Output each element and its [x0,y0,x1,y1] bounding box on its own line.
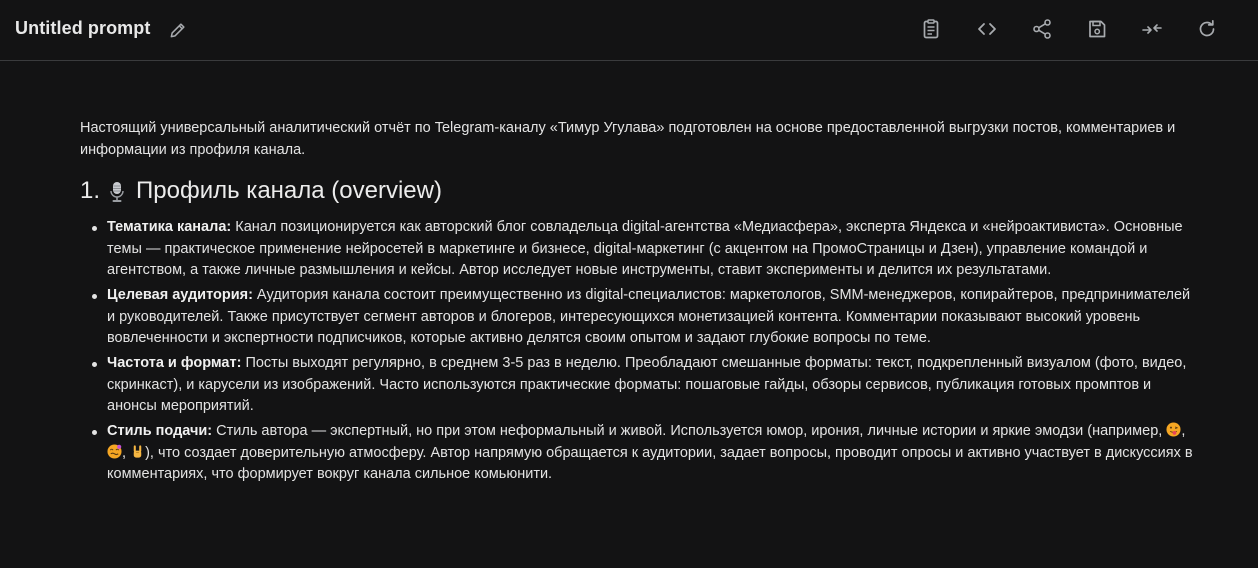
compare-icon[interactable] [1140,17,1164,41]
list-item: Частота и формат: Посты выходят регулярн… [92,353,1200,418]
bullet-text: Канал позиционируется как авторский блог… [107,219,1183,278]
bullet-text: Стиль автора — экспертный, но при этом н… [212,423,1167,439]
list-item: Тематика канала: Канал позиционируется к… [92,217,1200,282]
section-number: 1. [80,177,101,204]
rock-hand-emoji [130,444,145,459]
clipboard-icon[interactable] [919,17,943,41]
tongue-face-emoji [1166,422,1181,437]
pencil-icon[interactable] [168,20,188,40]
microphone-icon [108,180,126,202]
dizzy-face-emoji [107,443,122,459]
top-bar: Untitled prompt [0,0,1258,61]
section-title: Профиль канала (overview) [136,177,442,204]
list-item: Целевая аудитория: Аудитория канала сост… [92,285,1200,350]
bullet-term: Тематика канала: [107,219,232,235]
save-icon[interactable] [1085,17,1109,41]
share-icon[interactable] [1030,17,1054,41]
bullet-term: Частота и формат: [107,355,242,371]
bullet-term: Целевая аудитория: [107,287,253,303]
code-icon[interactable] [975,17,999,41]
intro-paragraph: Настоящий универсальный аналитический от… [80,120,1176,158]
list-item: Стиль подачи: Стиль автора — экспертный,… [92,421,1200,486]
emoji-separator: , [122,444,131,461]
bullet-text-end: ), что создает доверительную атмосферу. … [107,444,1193,483]
refresh-icon[interactable] [1195,17,1219,41]
bullet-term: Стиль подачи: [107,423,213,439]
response-content: Настоящий универсальный аналитический от… [80,118,1200,489]
bullet-text: Посты выходят регулярно, в среднем 3-5 р… [107,355,1187,414]
bullet-text: Аудитория канала состоит преимущественно… [107,287,1191,346]
section-heading: 1. Профиль канала (overview) [80,175,1200,207]
prompt-title[interactable]: Untitled prompt [15,18,150,39]
profile-bullet-list: Тематика канала: Канал позиционируется к… [80,217,1200,486]
emoji-separator: , [1181,423,1186,439]
